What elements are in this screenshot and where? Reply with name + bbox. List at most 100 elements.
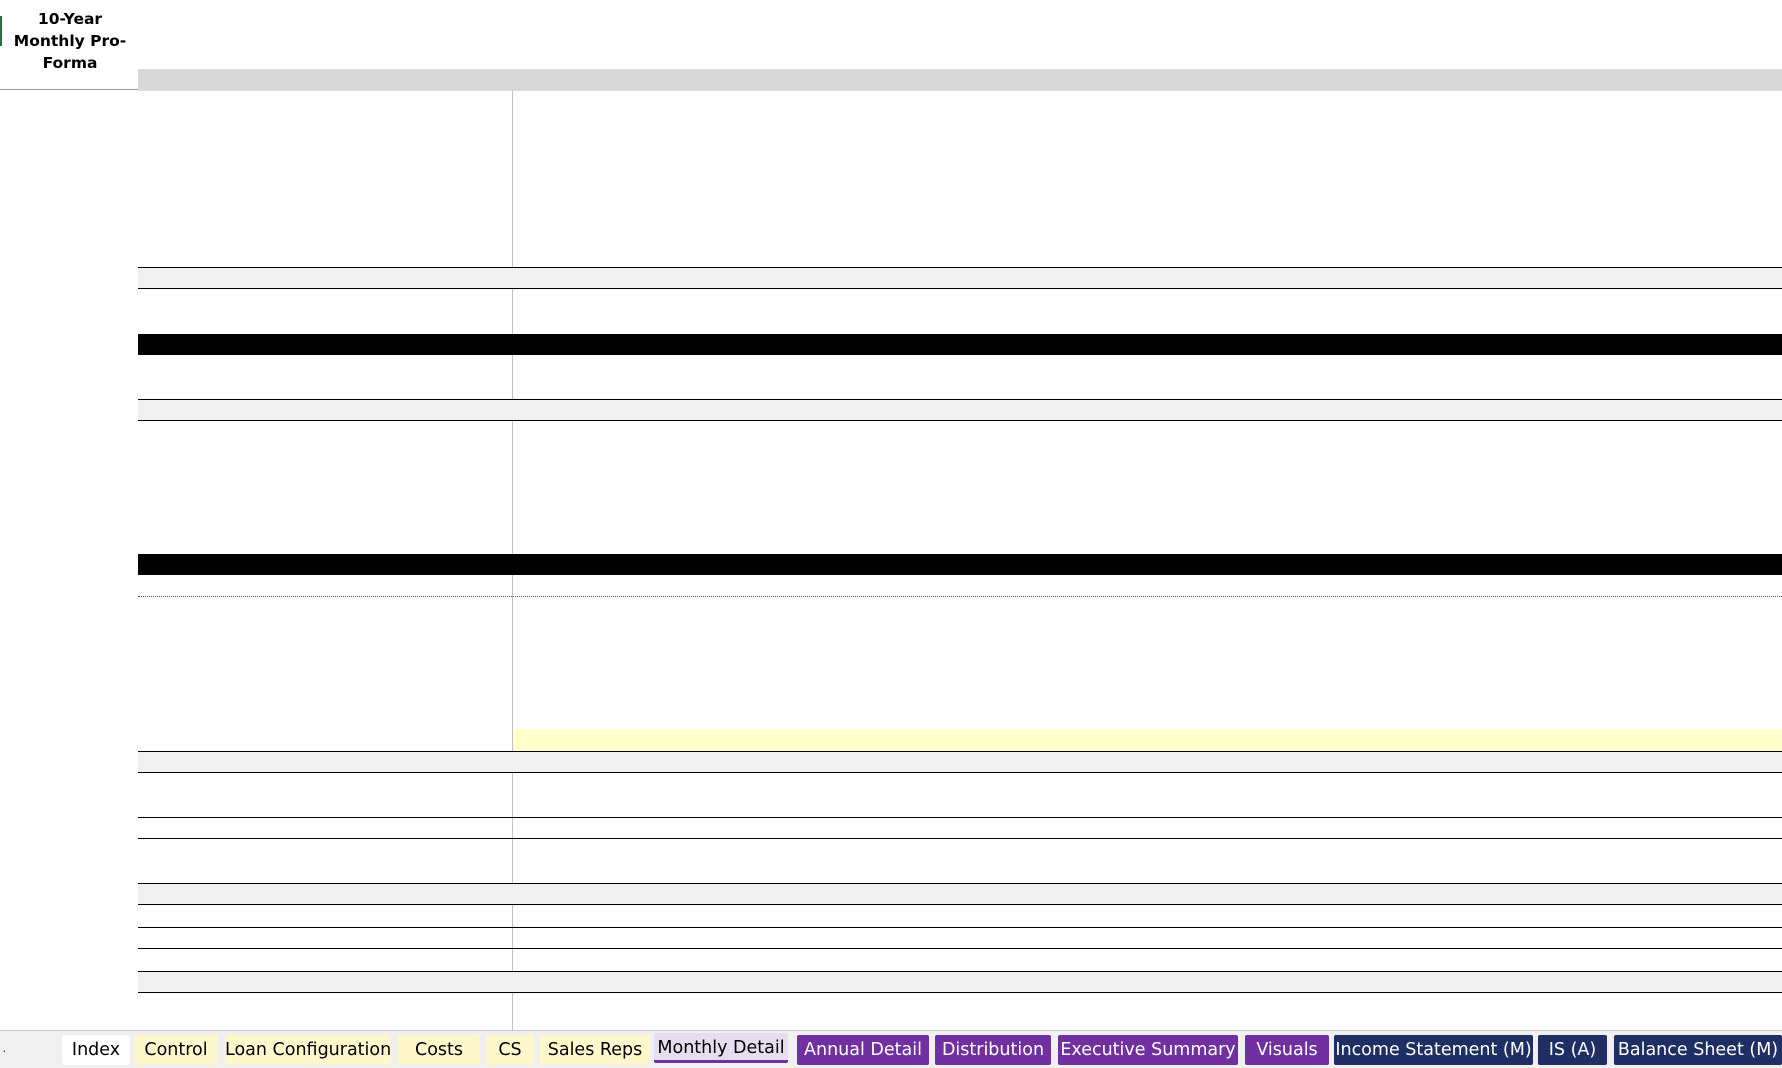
value-cell[interactable] bbox=[1537, 377, 1665, 399]
sheet-tab[interactable]: Index bbox=[62, 1035, 130, 1065]
value-cell[interactable] bbox=[1281, 399, 1409, 421]
value-cell[interactable] bbox=[1153, 575, 1281, 597]
value-cell[interactable] bbox=[769, 773, 897, 795]
value-cell[interactable] bbox=[1537, 641, 1665, 663]
value-cell[interactable] bbox=[897, 399, 1025, 421]
value-cell[interactable] bbox=[1025, 751, 1153, 773]
value-cell[interactable] bbox=[1665, 773, 1782, 795]
value-cell[interactable] bbox=[1665, 817, 1782, 839]
value-cell[interactable] bbox=[513, 663, 641, 685]
year0-value[interactable] bbox=[408, 179, 512, 201]
value-cell[interactable] bbox=[1537, 773, 1665, 795]
value-cell[interactable] bbox=[1665, 377, 1782, 399]
value-cell[interactable] bbox=[1281, 971, 1409, 993]
value-cell[interactable] bbox=[1153, 685, 1281, 707]
value-cell[interactable] bbox=[769, 685, 897, 707]
value-cell[interactable] bbox=[897, 465, 1025, 487]
value-cell[interactable] bbox=[897, 707, 1025, 729]
value-cell[interactable] bbox=[1025, 443, 1153, 465]
value-cell[interactable] bbox=[1153, 663, 1281, 685]
value-cell[interactable] bbox=[1665, 927, 1782, 949]
value-cell[interactable] bbox=[1665, 575, 1782, 597]
value-cell[interactable] bbox=[897, 663, 1025, 685]
value-cell[interactable] bbox=[897, 487, 1025, 509]
value-cell[interactable] bbox=[769, 707, 897, 729]
value-cell[interactable] bbox=[1281, 993, 1409, 1015]
value-cell[interactable] bbox=[513, 355, 641, 377]
value-cell[interactable] bbox=[513, 377, 641, 399]
value-cell[interactable] bbox=[1153, 971, 1281, 993]
value-cell[interactable] bbox=[1281, 641, 1409, 663]
value-cell[interactable] bbox=[1665, 663, 1782, 685]
value-cell[interactable] bbox=[1665, 795, 1782, 817]
year0-value[interactable] bbox=[408, 971, 512, 993]
value-cell[interactable] bbox=[1537, 487, 1665, 509]
value-cell[interactable] bbox=[769, 399, 897, 421]
sheet-tab[interactable]: Annual Detail bbox=[797, 1035, 929, 1065]
value-cell[interactable] bbox=[641, 465, 769, 487]
value-cell[interactable] bbox=[513, 795, 641, 817]
value-cell[interactable] bbox=[513, 751, 641, 773]
value-cell[interactable] bbox=[1409, 663, 1537, 685]
value-cell[interactable] bbox=[769, 663, 897, 685]
value-cell[interactable] bbox=[1537, 465, 1665, 487]
value-cell[interactable] bbox=[769, 795, 897, 817]
value-cell[interactable] bbox=[1281, 927, 1409, 949]
value-cell[interactable] bbox=[1153, 751, 1281, 773]
value-cell[interactable] bbox=[1537, 443, 1665, 465]
value-cell[interactable] bbox=[769, 729, 897, 751]
value-cell[interactable] bbox=[1153, 355, 1281, 377]
value-cell[interactable] bbox=[1025, 685, 1153, 707]
value-cell[interactable] bbox=[1153, 399, 1281, 421]
value-cell[interactable] bbox=[1665, 487, 1782, 509]
value-cell[interactable] bbox=[513, 883, 641, 905]
value-cell[interactable] bbox=[1025, 729, 1153, 751]
value-cell[interactable] bbox=[513, 817, 641, 839]
value-cell[interactable] bbox=[641, 993, 769, 1015]
sheet-tab[interactable]: Executive Summary bbox=[1058, 1035, 1238, 1065]
value-cell[interactable] bbox=[1409, 927, 1537, 949]
value-cell[interactable] bbox=[1409, 487, 1537, 509]
value-cell[interactable] bbox=[1409, 707, 1537, 729]
value-cell[interactable] bbox=[1409, 465, 1537, 487]
sheet-tab[interactable]: CS bbox=[486, 1035, 534, 1065]
value-cell[interactable] bbox=[1537, 421, 1665, 443]
value-cell[interactable] bbox=[769, 377, 897, 399]
value-cell[interactable] bbox=[1665, 729, 1782, 751]
value-cell[interactable] bbox=[513, 619, 641, 641]
value-cell[interactable] bbox=[1409, 355, 1537, 377]
value-cell[interactable] bbox=[769, 817, 897, 839]
value-cell[interactable] bbox=[1537, 707, 1665, 729]
value-cell[interactable] bbox=[1537, 619, 1665, 641]
value-cell[interactable] bbox=[1025, 355, 1153, 377]
value-cell[interactable] bbox=[1665, 443, 1782, 465]
value-cell[interactable] bbox=[1025, 421, 1153, 443]
value-cell[interactable] bbox=[897, 795, 1025, 817]
value-cell[interactable] bbox=[1409, 971, 1537, 993]
value-cell[interactable] bbox=[769, 575, 897, 597]
year0-value[interactable] bbox=[408, 201, 512, 223]
value-cell[interactable] bbox=[769, 355, 897, 377]
value-cell[interactable] bbox=[769, 927, 897, 949]
value-cell[interactable] bbox=[641, 751, 769, 773]
value-cell[interactable] bbox=[769, 971, 897, 993]
sheet-tab[interactable]: IS (A) bbox=[1538, 1035, 1607, 1065]
value-cell[interactable] bbox=[1281, 355, 1409, 377]
value-cell[interactable] bbox=[641, 773, 769, 795]
value-cell[interactable] bbox=[1409, 641, 1537, 663]
value-cell[interactable] bbox=[641, 443, 769, 465]
value-cell[interactable] bbox=[1025, 817, 1153, 839]
value-cell[interactable] bbox=[897, 729, 1025, 751]
value-cell[interactable] bbox=[1537, 575, 1665, 597]
value-cell[interactable] bbox=[1409, 421, 1537, 443]
value-cell[interactable] bbox=[1537, 663, 1665, 685]
value-cell[interactable] bbox=[1153, 641, 1281, 663]
value-cell[interactable] bbox=[1153, 795, 1281, 817]
value-cell[interactable] bbox=[1025, 487, 1153, 509]
value-cell[interactable] bbox=[1281, 443, 1409, 465]
value-cell[interactable] bbox=[1665, 465, 1782, 487]
value-cell[interactable] bbox=[513, 399, 641, 421]
value-cell[interactable] bbox=[1665, 883, 1782, 905]
sheet-tab[interactable]: Monthly Detail bbox=[654, 1033, 788, 1063]
value-cell[interactable] bbox=[513, 465, 641, 487]
